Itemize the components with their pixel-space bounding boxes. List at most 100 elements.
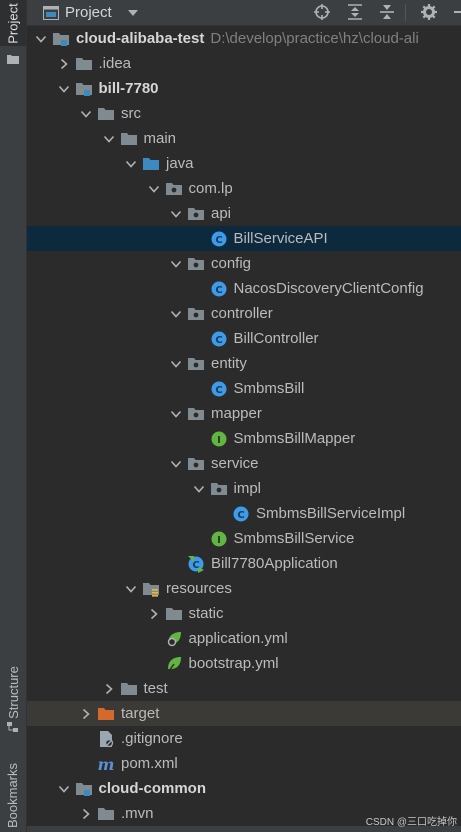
tree-row[interactable]: controller [27,301,461,326]
tree-item-name: .mvn [121,805,154,822]
structure-tool-tab[interactable]: Structure [0,652,26,732]
module-folder-icon [52,30,70,48]
tree-item-name: target [121,705,160,722]
tree-row[interactable]: bootstrap.yml [27,651,461,676]
tree-row[interactable]: C Bill7780Application [27,551,461,576]
tree-item-name: cloud-alibaba-test [76,30,205,47]
tree-item-name: Bill7780Application [211,555,338,572]
chevron-right-icon[interactable] [58,57,70,70]
tree-row[interactable]: C BillController [27,326,461,351]
tree-item-label: src [121,104,141,123]
spring-application-icon: C [187,555,205,573]
tree-row[interactable]: C SmbmsBill [27,376,461,401]
tree-item-name: src [121,105,141,122]
tree-row[interactable]: I SmbmsBillMapper [27,426,461,451]
folder-icon [165,605,183,623]
svg-text:C: C [215,335,222,346]
tree-row[interactable]: cloud-alibaba-test D:\develop\practice\hz… [27,26,461,51]
chevron-down-icon[interactable] [35,32,47,44]
tree-item-label: SmbmsBill [234,379,305,398]
tree-row[interactable]: .idea [27,51,461,76]
tree-row[interactable]: C BillServiceAPI [27,226,461,251]
tree-row[interactable]: C SmbmsBillServiceImpl [27,501,461,526]
hide-icon[interactable] [452,4,461,20]
structure-tool-tab-label: Structure [5,665,21,719]
module-folder-icon [75,780,93,798]
tree-row[interactable]: bill-7780 [27,76,461,101]
resources-folder-icon [142,580,160,598]
chevron-down-icon[interactable] [80,107,92,119]
tree-item-name: mapper [211,405,262,422]
tree-row[interactable]: impl [27,476,461,501]
tree-item-label: cloud-alibaba-test D:\develop\practice\hz… [76,29,419,48]
gear-icon[interactable] [421,4,437,20]
project-tool-tab-label: Project [5,2,21,44]
package-icon [187,255,205,273]
tree-row[interactable]: src [27,101,461,126]
tree-item-label: java [166,154,194,173]
tree-item-name: bootstrap.yml [188,655,279,672]
chevron-down-icon[interactable] [170,257,182,269]
tree-row[interactable]: C NacosDiscoveryClientConfig [27,276,461,301]
tree-row[interactable]: api [27,201,461,226]
chevron-right-icon[interactable] [148,607,160,620]
chevron-down-icon[interactable] [58,82,70,94]
collapse-all-icon[interactable] [379,4,395,20]
tree-row[interactable]: test [27,676,461,701]
tree-row[interactable]: java [27,151,461,176]
tree-item-name: test [143,680,168,697]
project-view-selector[interactable]: Project [43,4,140,21]
chevron-right-icon[interactable] [80,707,92,720]
tree-row[interactable]: mapper [27,401,461,426]
chevron-down-icon[interactable] [125,582,137,594]
tree-row[interactable]: com.lp [27,176,461,201]
tree-row[interactable]: service [27,451,461,476]
project-tree[interactable]: cloud-alibaba-test D:\develop\practice\hz… [27,26,461,832]
chevron-down-icon[interactable] [170,357,182,369]
tree-item-name: application.yml [188,630,288,647]
tree-row[interactable]: application.yml [27,626,461,651]
project-tool-tab[interactable]: Project [0,0,26,46]
chevron-down-icon[interactable] [170,407,182,419]
tree-item-name: com.lp [188,180,233,197]
bookmarks-tool-tab[interactable]: Bookmarks [0,758,26,832]
chevron-down-icon[interactable] [125,157,137,169]
tree-row[interactable]: m pom.xml [27,751,461,776]
locate-icon[interactable] [314,4,330,20]
expand-all-icon[interactable] [347,4,363,20]
chevron-down-icon[interactable] [170,307,182,319]
tree-item-name: SmbmsBillMapper [233,430,356,447]
project-path: D:\develop\practice\hz\cloud-ali [210,30,419,47]
tree-item-name: .gitignore [121,730,183,747]
tree-item-label: .idea [99,54,132,73]
toolbar-divider [405,4,406,21]
chevron-down-icon[interactable] [58,782,70,794]
excluded-folder-icon [97,705,115,723]
tree-row[interactable]: cloud-common [27,776,461,801]
package-icon [165,180,183,198]
tree-item-name: pom.xml [121,755,178,772]
tree-row[interactable]: target [27,701,461,726]
tree-row[interactable]: main [27,126,461,151]
tree-item-name: controller [211,305,273,322]
tree-row[interactable]: static [27,601,461,626]
tree-item-label: bill-7780 [99,79,159,98]
chevron-down-icon[interactable] [103,132,115,144]
package-icon [187,305,205,323]
gitignore-file-icon [97,730,115,748]
tree-row[interactable]: config [27,251,461,276]
chevron-right-icon[interactable] [80,807,92,820]
chevron-down-icon[interactable] [170,457,182,469]
chevron-down-icon[interactable] [193,482,205,494]
tree-row[interactable]: .gitignore [27,726,461,751]
tree-row[interactable]: entity [27,351,461,376]
chevron-right-icon[interactable] [103,682,115,695]
chevron-down-icon[interactable] [148,182,160,194]
project-window-icon [43,5,59,20]
tree-row[interactable]: I SmbmsBillService [27,526,461,551]
tree-row[interactable]: resources [27,576,461,601]
tree-item-name: java [166,155,194,172]
class-icon: C [210,230,228,248]
chevron-down-icon[interactable] [170,207,182,219]
tree-item-name: impl [233,480,262,497]
